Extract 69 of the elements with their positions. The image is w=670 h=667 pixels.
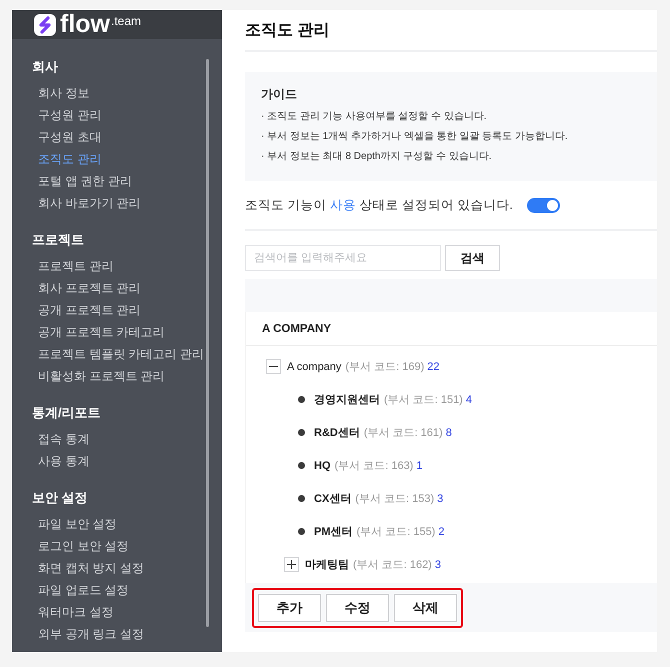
member-count: 4 [466, 394, 472, 406]
action-button[interactable]: 삭제 [394, 594, 457, 622]
department-code: (부서 코드: 169) [345, 360, 424, 374]
member-count: 1 [416, 460, 422, 472]
department-code: (부서 코드: 161) [364, 426, 443, 440]
bullet-icon [298, 462, 305, 469]
member-count: 3 [434, 558, 441, 570]
guide-text: · 조직도 관리 기능 사용여부를 설정할 수 있습니다. [261, 110, 488, 124]
member-count: 8 [446, 426, 452, 438]
menu-item[interactable]: 구성원 관리 [32, 104, 222, 126]
department-name[interactable]: PM센터 [314, 524, 352, 539]
menu-item[interactable]: 프로젝트 템플릿 카테고리 관리 [32, 343, 222, 365]
member-count: 2 [438, 526, 444, 538]
section-title: 프로젝트 [32, 231, 85, 249]
menu-item[interactable]: 회사 정보 [32, 82, 222, 104]
menu-item[interactable]: 비활성화 프로젝트 관리 [32, 365, 222, 387]
department-name[interactable]: 경영지원센터 [314, 392, 380, 407]
department-name[interactable]: HQ [314, 460, 330, 472]
menu-item[interactable]: 공개 프로젝트 카테고리 [32, 321, 222, 343]
department-name[interactable]: 마케팅팀 [305, 557, 349, 572]
search-field[interactable]: 검색어를 입력해주세요 [245, 245, 441, 271]
scrollbar[interactable] [206, 59, 209, 627]
section-title: 통계/리포트 [32, 404, 102, 422]
menu-item[interactable]: 구성원 초대 [32, 126, 222, 148]
member-count: 3 [437, 492, 444, 504]
menu-item[interactable]: 파일 보안 설정 [32, 513, 222, 535]
tree-heading: A COMPANY [246, 312, 657, 346]
section-title: 회사 [32, 58, 59, 76]
menu-item[interactable]: 외부 공개 링크 설정 [32, 623, 222, 645]
search-button[interactable]: 검색 [445, 245, 500, 271]
menu-item[interactable]: 로그인 보안 설정 [32, 535, 222, 557]
logo-icon [34, 14, 56, 36]
menu-item[interactable]: 화면 캡처 방지 설정 [32, 557, 222, 579]
menu-item[interactable]: 사용 통계 [32, 450, 222, 472]
guide-title: 가이드 [261, 86, 298, 103]
menu-item[interactable]: 워터마크 설정 [32, 601, 222, 623]
department-name[interactable]: R&D센터 [314, 425, 360, 440]
bullet-icon [298, 528, 305, 535]
bullet-icon [298, 429, 305, 436]
member-count: 22 [427, 360, 440, 372]
department-code: (부서 코드: 163) [334, 459, 414, 473]
department-name[interactable]: CX센터 [314, 491, 352, 506]
menu-item[interactable]: 접속 통계 [32, 428, 222, 450]
status-text: 조직도 기능이 사용 상태로 설정되어 있습니다. [245, 196, 513, 214]
guide-text: · 부서 정보는 최대 8 Depth까지 구성할 수 있습니다. [261, 150, 493, 164]
toggle-switch[interactable] [526, 198, 560, 212]
menu-item[interactable]: 포털 앱 권한 관리 [32, 170, 222, 192]
page-title: 조직도 관리 [245, 10, 657, 52]
menu-item[interactable]: 조직도 관리 [32, 148, 222, 170]
logo-suffix: .team [111, 14, 142, 28]
expand-icon[interactable] [284, 557, 299, 572]
menu-item[interactable]: 프로젝트 관리 [32, 255, 222, 277]
action-button[interactable]: 추가 [258, 594, 321, 622]
department-code: (부서 코드: 153) [355, 492, 434, 506]
bullet-icon [298, 396, 305, 403]
department-name[interactable]: A company [287, 360, 342, 372]
action-button[interactable]: 수정 [326, 594, 389, 622]
menu-item[interactable]: 공개 프로젝트 관리 [32, 299, 222, 321]
department-code: (부서 코드: 162) [353, 558, 432, 572]
department-code: (부서 코드: 151) [384, 393, 463, 407]
collapse-icon[interactable] [266, 359, 281, 374]
section-title: 보안 설정 [32, 489, 89, 507]
department-code: (부서 코드: 155) [356, 525, 436, 539]
guide-text: · 부서 정보는 1개씩 추가하거나 엑셀을 통한 일괄 등록도 가능합니다. [261, 130, 569, 144]
menu-item[interactable]: 파일 업로드 설정 [32, 579, 222, 601]
logo-wordmark: flow [60, 10, 110, 39]
menu-item[interactable]: 회사 프로젝트 관리 [32, 277, 222, 299]
bullet-icon [298, 495, 305, 502]
menu-item[interactable]: 회사 바로가기 관리 [32, 192, 222, 214]
